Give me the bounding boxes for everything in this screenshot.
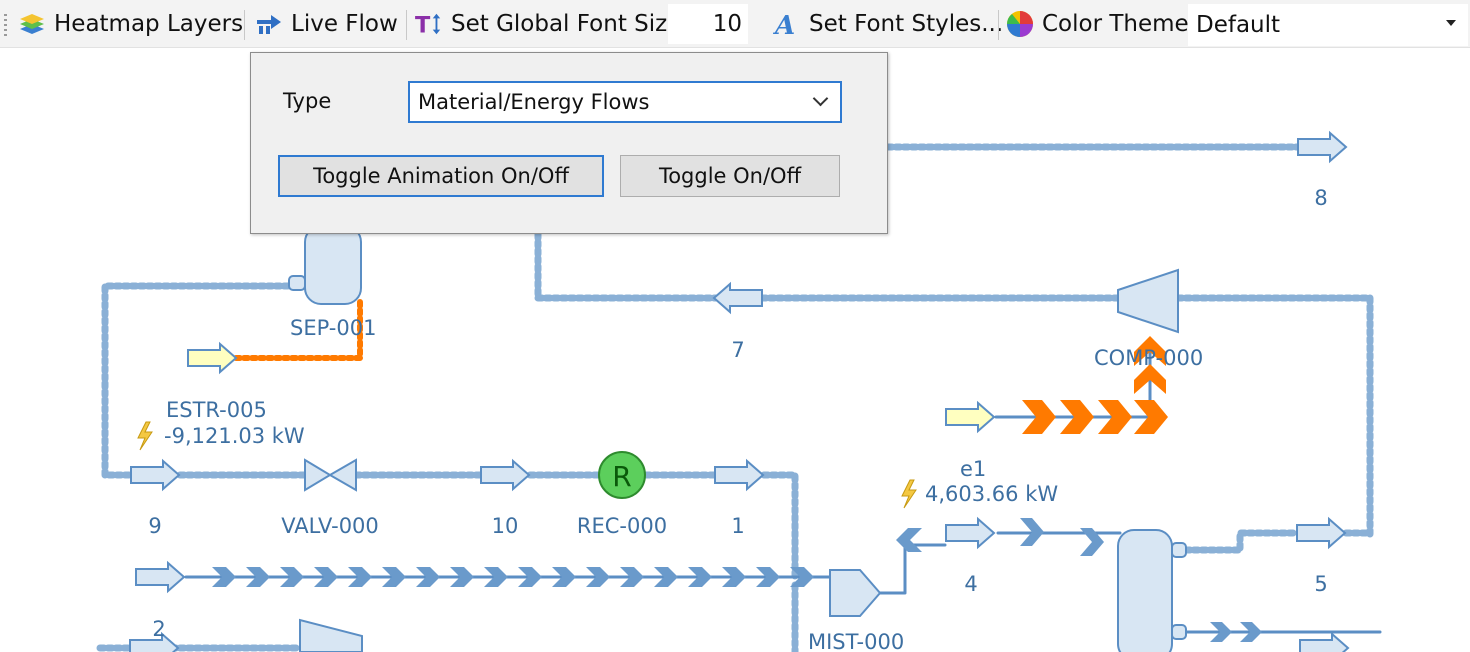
stream-label-4: 4 [964,572,977,596]
set-font-styles-label: Set Font Styles... [809,11,1004,37]
svg-text:T: T [415,12,431,38]
mist-000-label: MIST-000 [808,630,904,652]
live-flow-popup: Type Material/Energy Flows Toggle Animat… [250,52,888,234]
stream-label-5: 5 [1314,572,1327,596]
toggle-on-off-button[interactable]: Toggle On/Off [620,155,840,197]
toolbar-separator [998,10,999,40]
mixer-icon[interactable] [829,569,882,617]
rec-000-label: REC-000 [577,514,667,538]
stream-label-7: 7 [731,338,744,362]
layers-icon [18,10,46,38]
valve-icon[interactable] [304,458,357,492]
stream-line-4[interactable] [878,543,947,595]
lightning-icon [901,479,917,509]
stream-line-1-down[interactable] [760,471,799,584]
toggle-animation-button[interactable]: Toggle Animation On/Off [278,155,604,197]
toolbar: Heatmap Layers Live Flow T Set Global Fo… [0,0,1470,48]
set-global-font-size-label: Set Global Font Size [451,11,682,37]
stream-line-5[interactable] [1182,529,1300,554]
color-theme-select[interactable]: Default [1188,4,1468,46]
sep-001-label: SEP-001 [290,316,376,340]
reactor-symbol: R [612,460,631,493]
lightning-icon [137,421,153,451]
stream-label-1: 1 [731,514,744,538]
toolbar-grip[interactable] [4,14,7,36]
color-wheel-icon [1006,10,1034,38]
stream-line-comp-right[interactable] [1174,294,1374,539]
live-flow-label: Live Flow [291,11,398,37]
compressor-icon[interactable] [1117,268,1179,334]
color-theme-label: Color Theme [1042,11,1189,37]
heatmap-layers-label: Heatmap Layers [54,11,244,37]
estr-005-power: -9,121.03 kW [164,424,305,448]
estr-005-label: ESTR-005 [166,398,267,422]
right-vessel[interactable] [1117,529,1187,652]
flow-type-value: Material/Energy Flows [418,90,650,114]
reactor-icon[interactable]: R [598,451,646,499]
chevron-down-icon [812,90,829,107]
stream-label-10: 10 [492,514,519,538]
type-label: Type [283,89,332,113]
comp-000-label: COMP-000 [1094,346,1203,370]
bottom-compressor-icon[interactable] [299,618,363,652]
live-flow-button[interactable]: Live Flow [255,6,398,42]
font-style-icon: A [773,10,801,38]
stream-label-2: 2 [152,617,165,641]
color-theme-button[interactable]: Color Theme [1006,6,1189,42]
e1-label: e1 [960,457,986,481]
heatmap-layers-button[interactable]: Heatmap Layers [18,6,243,42]
font-size-input[interactable] [668,4,748,44]
dropdown-arrow-icon [1446,20,1456,26]
valv-000-label: VALV-000 [281,514,379,538]
color-theme-value: Default [1196,12,1281,38]
e1-power: 4,603.66 kW [925,482,1058,506]
sep-001-vessel[interactable] [288,225,362,305]
stream-label-9: 9 [148,514,161,538]
toolbar-separator [244,10,245,40]
stream-label-8: 8 [1314,186,1327,210]
toolbar-separator [406,10,407,40]
flow-icon [255,10,283,38]
set-font-styles-button[interactable]: A Set Font Styles... [773,6,1003,42]
set-global-font-size-button[interactable]: T Set Global Font Size [415,6,681,42]
flow-type-select[interactable]: Material/Energy Flows [408,81,842,123]
text-size-icon: T [415,10,443,38]
svg-text:A: A [773,11,795,38]
